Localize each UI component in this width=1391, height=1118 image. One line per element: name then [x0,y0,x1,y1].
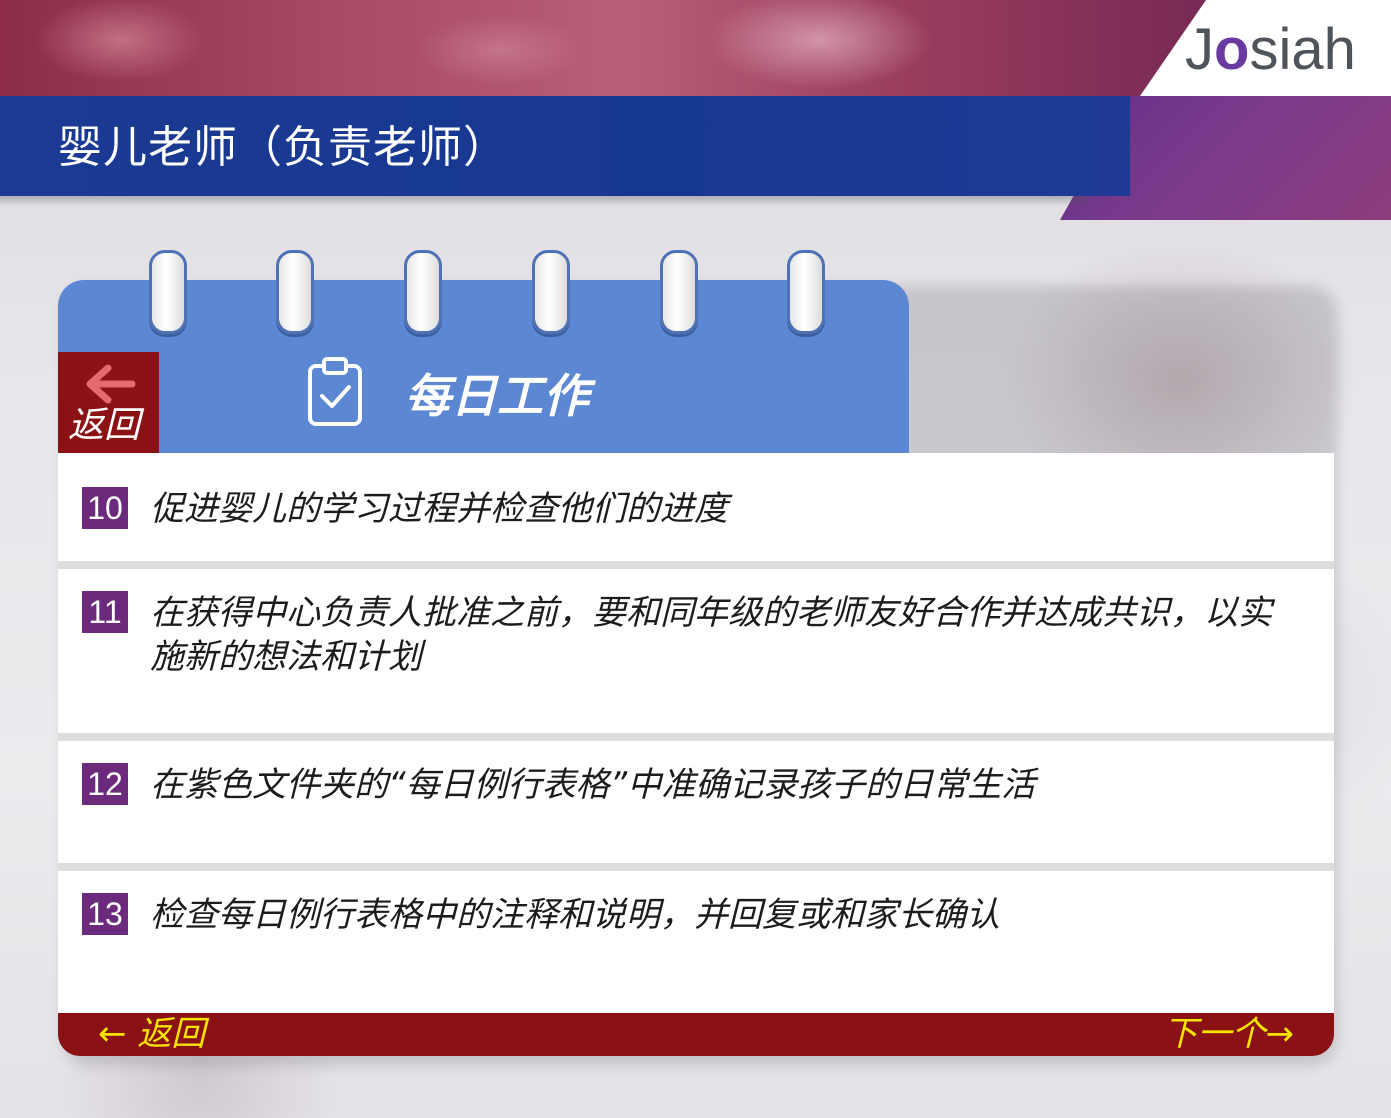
title-bar-shadow [0,196,1090,206]
card-footer: ← 返回 下一个→ [58,1013,1334,1056]
calendar-heading: 每日工作 [405,369,589,423]
task-row: 13 检查每日例行表格中的注释和说明，并回复或和家长确认 [58,871,1334,1013]
binder-ring-icon [149,250,187,334]
task-text: 在获得中心负责人批准之前，要和同年级的老师友好合作并达成共识，以实施新的想法和计… [150,593,1272,677]
footer-next-button[interactable]: 下一个→ [1164,1013,1295,1056]
task-number: 12 [82,763,128,805]
task-text: 检查每日例行表格中的注释和说明，并回复或和家长确认 [150,895,1000,935]
logo-prefix: J [1185,17,1214,82]
binder-ring-icon [532,250,570,334]
task-number: 11 [82,591,128,633]
task-number: 13 [82,893,128,935]
task-number: 10 [82,487,128,529]
task-list: 10 促进婴儿的学习过程并检查他们的进度 11 在获得中心负责人批准之前，要和同… [58,453,1334,1013]
footer-back-button[interactable]: ← 返回 [98,1013,205,1056]
task-text: 在紫色文件夹的“每日例行表格”中准确记录孩子的日常生活 [150,765,1036,805]
clipboard-check-icon [308,357,362,426]
binder-ring-icon [404,250,442,334]
binder-ring-icon [276,250,314,334]
task-row: 12 在紫色文件夹的“每日例行表格”中准确记录孩子的日常生活 [58,741,1334,863]
task-row: 11 在获得中心负责人批准之前，要和同年级的老师友好合作并达成共识，以实施新的想… [58,569,1334,733]
binder-ring-icon [660,250,698,334]
page-title: 婴儿老师（负责老师） [58,122,508,173]
logo-suffix: siah [1249,17,1356,82]
task-row: 10 促进婴儿的学习过程并检查他们的进度 [58,453,1334,561]
logo-mark: o [1214,17,1250,82]
task-text: 促进婴儿的学习过程并检查他们的进度 [150,489,728,529]
josiah-logo: Josiah [1185,18,1356,82]
binder-ring-icon [787,250,825,334]
back-tab-label: 返回 [68,405,141,446]
back-tab-button[interactable]: 返回 [58,352,159,453]
